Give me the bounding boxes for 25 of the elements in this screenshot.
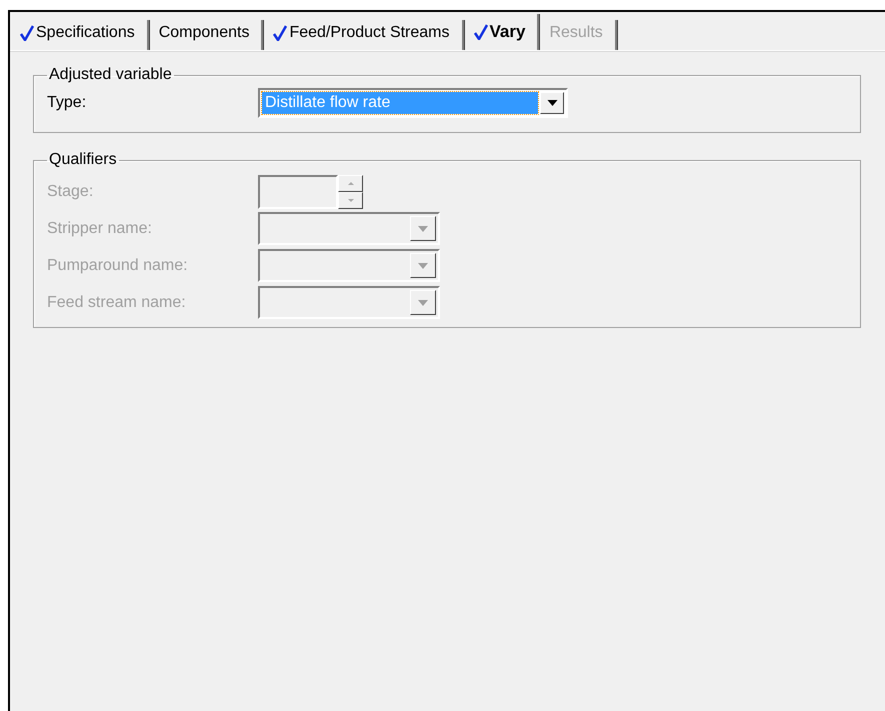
spin-buttons[interactable] <box>338 174 363 208</box>
caret-icon <box>546 100 558 106</box>
group-title: Adjusted variable <box>48 66 173 84</box>
dropdown-button[interactable] <box>410 216 436 241</box>
dropdown-button[interactable] <box>410 290 436 315</box>
dropdown-button[interactable] <box>540 92 564 114</box>
caret-icon <box>418 226 428 232</box>
dropdown-button[interactable] <box>410 253 436 278</box>
name-dropdown[interactable] <box>258 249 440 282</box>
field-label: Pumparound name: <box>47 256 189 274</box>
name-dropdown[interactable] <box>258 286 440 319</box>
check-icon <box>474 24 488 40</box>
caret-icon <box>418 262 428 268</box>
caret-icon <box>418 300 428 306</box>
name-dropdown[interactable] <box>258 212 440 245</box>
field-label: Stripper name: <box>47 220 153 238</box>
check-icon <box>20 25 34 41</box>
group-title: Qualifiers <box>48 151 118 169</box>
dropdown-value: Distillate flow rate <box>262 92 538 114</box>
down-icon <box>348 198 354 202</box>
up-icon <box>348 182 354 184</box>
field-label: Stage: <box>47 182 94 200</box>
field-label: Feed stream name: <box>47 294 187 312</box>
field-label: Type: <box>47 94 88 112</box>
check-icon <box>273 25 288 41</box>
